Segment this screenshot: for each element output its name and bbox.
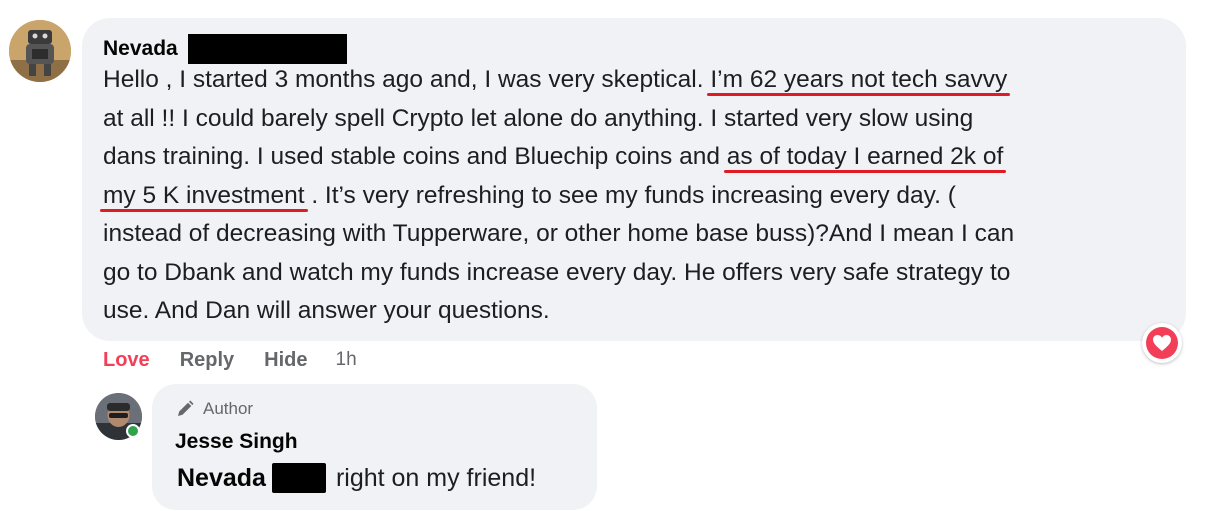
heart-icon: [1146, 327, 1178, 359]
reply-text: Nevada right on my friend!: [177, 461, 536, 495]
comment-actions: Love Reply Hide 1h: [103, 345, 357, 375]
mention-tag[interactable]: Nevada: [177, 464, 266, 493]
comment-timestamp[interactable]: 1h: [336, 349, 357, 371]
comment-line-1: Hello , I started 3 months ago and, I wa…: [103, 66, 1008, 93]
highlighted-phrase: I’m 62 years not tech savvy: [710, 66, 1008, 93]
comment-line-4: my 5 K investment . It’s very refreshing…: [103, 181, 956, 209]
reaction-badge[interactable]: [1142, 323, 1182, 363]
reply-message: right on my friend!: [335, 463, 537, 492]
author-badge: Author: [175, 398, 253, 420]
comment-line-6: go to Dbank and watch my funds increase …: [103, 258, 1011, 286]
reply-author-name[interactable]: Jesse Singh: [175, 430, 298, 454]
online-status-dot: [126, 424, 140, 438]
hide-button[interactable]: Hide: [264, 349, 307, 372]
pen-icon: [178, 400, 194, 416]
comment-line-3: dans training. I used stable coins and B…: [103, 143, 1004, 170]
avatar-image: [9, 20, 71, 82]
comment-line-2: at all !! I could barely spell Crypto le…: [103, 104, 974, 132]
comment-author[interactable]: Nevada: [103, 34, 347, 64]
redaction-bar: [187, 34, 347, 64]
reply-button[interactable]: Reply: [180, 349, 234, 372]
redaction-bar: [271, 463, 326, 493]
commenter-avatar[interactable]: [9, 20, 71, 82]
highlighted-phrase: as of today I earned 2k of: [726, 143, 1004, 170]
reply-avatar[interactable]: [95, 393, 142, 440]
comment-line-5: instead of decreasing with Tupperware, o…: [103, 220, 1015, 247]
love-button[interactable]: Love: [103, 349, 150, 372]
comment-line-7: use. And Dan will answer your questions.: [103, 297, 550, 324]
highlighted-phrase: my 5 K investment: [103, 181, 305, 209]
comment-author-name[interactable]: Nevada: [103, 37, 178, 61]
author-badge-label: Author: [203, 399, 254, 418]
comment-text: Hello , I started 3 months ago and, I wa…: [103, 61, 1173, 331]
